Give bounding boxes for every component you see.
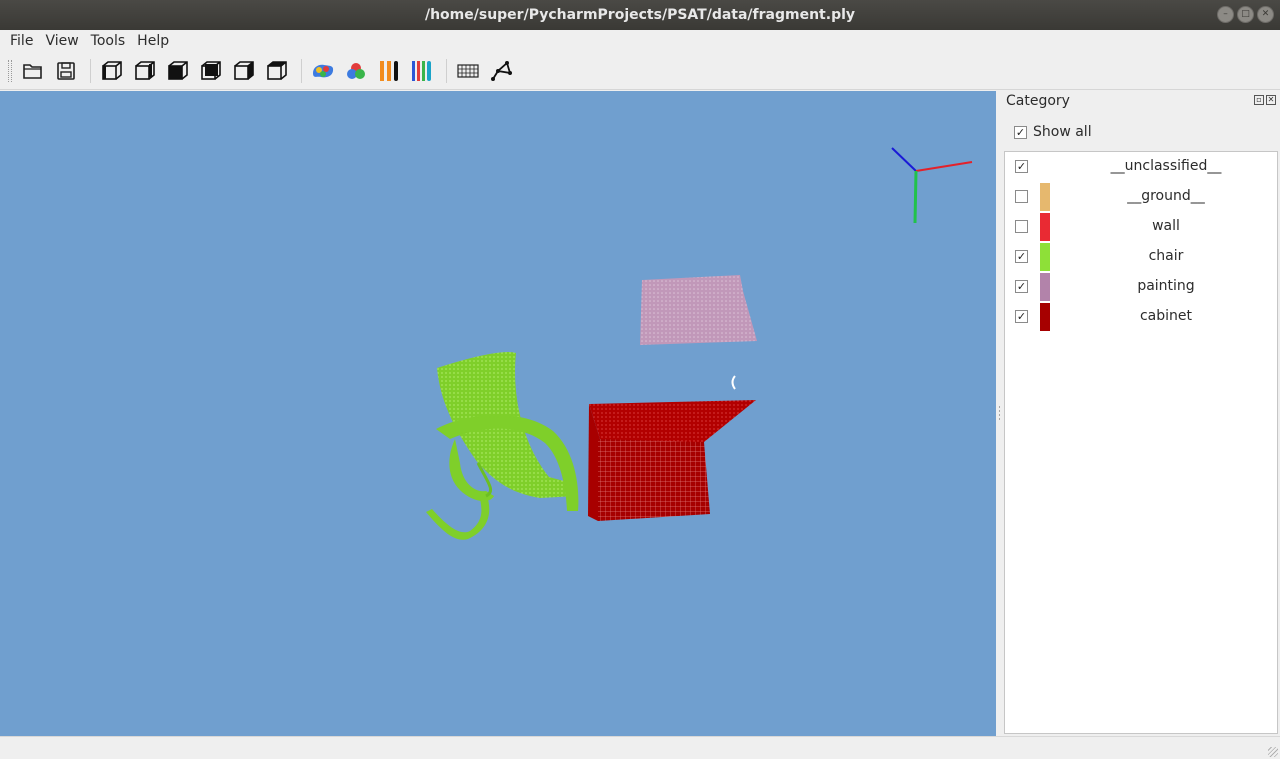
category-label: cabinet [1139,308,1193,324]
elevation-color-button[interactable] [374,56,404,86]
skeleton-button[interactable] [486,56,516,86]
category-row-unclassified[interactable]: ✓ __unclassified__ [1005,152,1277,182]
bottom-view-icon [267,60,287,80]
category-color-swatch[interactable] [1040,183,1050,211]
menu-help[interactable]: Help [131,33,175,49]
category-color-swatch[interactable] [1040,243,1050,271]
toolbar-separator [90,58,91,83]
rgb-color-button[interactable] [308,56,338,86]
category-color-icon [347,62,365,79]
save-icon [57,61,75,80]
unclassified-point-cloud [731,375,736,390]
rgb-color-icon [313,64,334,77]
right-view-icon [201,60,221,80]
category-checkbox[interactable]: ✓ [1015,280,1028,293]
open-folder-icon [23,63,42,79]
window-title: /home/super/PycharmProjects/PSAT/data/fr… [424,7,856,23]
category-row-wall[interactable]: wall [1005,212,1277,242]
dock-float-button[interactable]: ▫ [1254,95,1264,105]
top-view-icon [234,60,254,80]
category-checkbox[interactable]: ✓ [1015,160,1028,173]
front-view-button[interactable] [97,56,127,86]
category-label: chair [1148,248,1184,264]
open-button[interactable] [18,56,48,86]
chair-point-cloud [426,351,579,540]
skeleton-icon [491,60,512,81]
category-checkbox[interactable] [1015,190,1028,203]
dock-buttons: ▫ ✕ [1254,95,1276,105]
status-bar [0,736,1280,759]
point-cloud-canvas [426,147,973,540]
top-view-button[interactable] [229,56,259,86]
category-row-cabinet[interactable]: ✓ cabinet [1005,302,1277,332]
grid-button[interactable] [453,56,483,86]
left-view-icon [168,60,188,80]
category-checkbox[interactable]: ✓ [1015,250,1028,263]
menu-file[interactable]: File [4,33,39,49]
grid-icon [457,63,479,78]
painting-point-cloud [640,275,757,345]
bottom-view-button[interactable] [262,56,292,86]
dock-title: Category [1006,93,1070,109]
category-color-swatch[interactable] [1040,213,1050,241]
category-dock: Category ▫ ✕ ✓ Show all ✓ __unclassified… [1000,91,1280,736]
point-cloud-viewport[interactable] [0,91,996,736]
close-button[interactable]: ✕ [1257,6,1274,23]
back-view-icon [135,60,155,80]
maximize-button[interactable]: □ [1237,6,1254,23]
save-button[interactable] [51,56,81,86]
menu-view[interactable]: View [39,33,84,49]
category-label: wall [1152,218,1180,234]
show-all-checkbox[interactable]: ✓ Show all [1014,124,1092,140]
dock-close-button[interactable]: ✕ [1266,95,1276,105]
left-view-button[interactable] [163,56,193,86]
toolbar-separator [301,58,302,83]
back-view-button[interactable] [130,56,160,86]
category-color-button[interactable] [341,56,371,86]
cabinet-point-cloud [588,400,756,521]
category-checkbox[interactable] [1015,220,1028,233]
axis-gizmo [891,147,973,224]
show-all-label: Show all [1033,124,1092,140]
category-color-swatch[interactable] [1040,303,1050,331]
instance-color-button[interactable] [407,56,437,86]
elevation-color-icon [380,60,398,81]
toolbar [0,52,1280,90]
title-bar: /home/super/PycharmProjects/PSAT/data/fr… [0,0,1280,30]
right-view-button[interactable] [196,56,226,86]
category-label: painting [1137,278,1195,294]
toolbar-separator [446,58,447,83]
category-row-ground[interactable]: __ground__ [1005,182,1277,212]
window-controls: – □ ✕ [1217,6,1274,23]
menu-tools[interactable]: Tools [85,33,132,49]
front-view-icon [102,60,122,80]
minimize-button[interactable]: – [1217,6,1234,23]
show-all-check-icon[interactable]: ✓ [1014,125,1027,139]
category-row-chair[interactable]: ✓ chair [1005,242,1277,272]
category-color-swatch[interactable] [1040,273,1050,301]
category-label: __ground__ [1127,188,1205,204]
category-row-painting[interactable]: ✓ painting [1005,272,1277,302]
category-list: ✓ __unclassified__ __ground__ wall ✓ cha… [1004,151,1278,734]
resize-grip[interactable] [1268,747,1278,757]
category-label: __unclassified__ [1110,158,1222,174]
instance-color-icon [412,60,431,81]
menu-bar: File View Tools Help [0,30,1280,52]
toolbar-grip[interactable] [8,59,12,82]
category-checkbox[interactable]: ✓ [1015,310,1028,323]
